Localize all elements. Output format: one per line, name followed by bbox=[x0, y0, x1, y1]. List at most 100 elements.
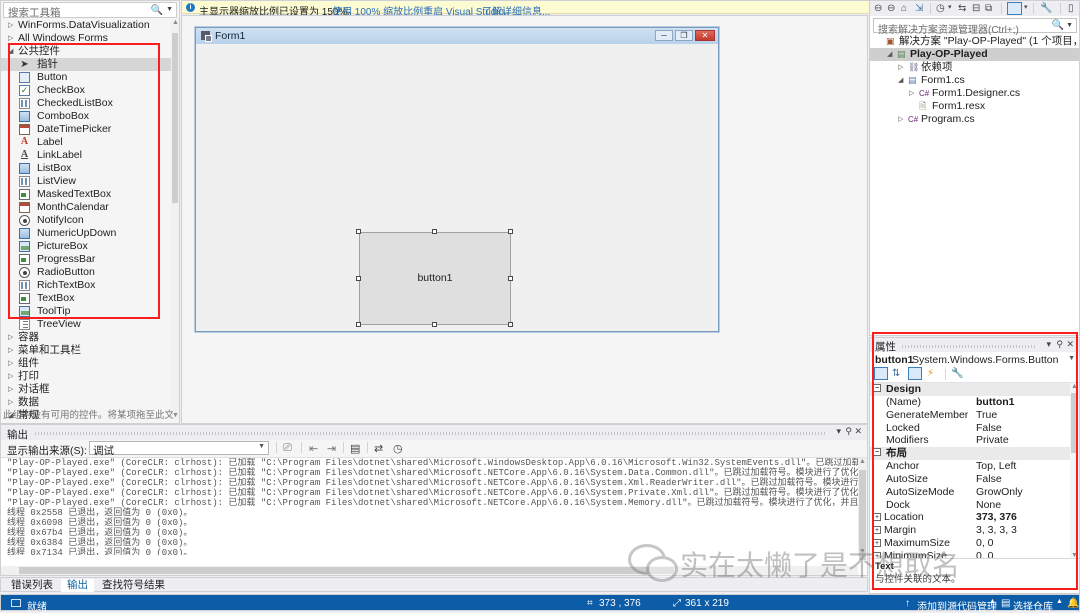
toolbox-category-1[interactable]: ▷ 菜单和工具栏 bbox=[1, 344, 173, 357]
solution-tree-item-0[interactable]: ▣ 解决方案 "Play-OP-Played" (1 个项目，共 1 个) bbox=[870, 35, 1080, 48]
chevron-down-icon[interactable]: ◢ bbox=[887, 48, 892, 61]
properties-category-布局[interactable]: − 布局 bbox=[870, 447, 1070, 461]
scroll-down-icon[interactable]: ▼ bbox=[859, 548, 866, 555]
scroll-up-icon[interactable]: ▲ bbox=[859, 458, 866, 465]
toolbox-item-listview[interactable]: ListView bbox=[1, 175, 173, 188]
solution-tree-item-6[interactable]: ▷ C# Program.cs bbox=[870, 113, 1079, 126]
toolbox-category-2[interactable]: ▷ 组件 bbox=[1, 357, 173, 370]
toolbox-search-input[interactable]: 搜索工具箱 🔍 ▼ bbox=[3, 2, 177, 19]
wrap-text-icon[interactable]: ▤ bbox=[350, 442, 360, 455]
property-row-dock[interactable]: Dock None bbox=[870, 499, 1070, 512]
toolbox-item-checkbox[interactable]: ✓ CheckBox bbox=[1, 84, 173, 97]
scroll-up-icon[interactable]: ▲ bbox=[172, 19, 179, 26]
toolbox-category-common-controls[interactable]: ◢ 公共控件 bbox=[1, 45, 173, 58]
toolbox-item-richtextbox[interactable]: RichTextBox bbox=[1, 279, 173, 292]
properties-category-Design[interactable]: − Design bbox=[870, 383, 1070, 396]
expand-icon[interactable]: + bbox=[873, 538, 881, 547]
resize-handle-e[interactable] bbox=[508, 276, 513, 281]
output-horizontal-scrollbar[interactable] bbox=[1, 566, 858, 575]
property-value[interactable]: Top, Left bbox=[976, 460, 1016, 473]
toolbox-item-label[interactable]: A Label bbox=[1, 136, 173, 149]
home-icon[interactable]: ⌂ bbox=[901, 3, 907, 14]
chevron-down-icon[interactable]: ▼ bbox=[1068, 355, 1075, 362]
properties-object-selector[interactable]: button1 System.Windows.Forms.Button ▼ bbox=[870, 352, 1079, 367]
properties-scrollbar[interactable]: ▲ ▼ bbox=[1070, 383, 1079, 559]
bottom-tab-0[interactable]: 错误列表 bbox=[5, 579, 59, 592]
collapse-icon[interactable]: − bbox=[873, 448, 881, 457]
toolbox-item-datetimepicker[interactable]: DateTimePicker bbox=[1, 123, 173, 136]
property-value[interactable]: True bbox=[976, 409, 997, 422]
view-icon[interactable] bbox=[1007, 2, 1022, 15]
toolbox-item-treeview[interactable]: TreeView bbox=[1, 318, 173, 331]
toolbox-item-picturebox[interactable]: PictureBox bbox=[1, 240, 173, 253]
output-text[interactable]: "Play-OP-Played.exe" (CoreCLR: clrhost):… bbox=[1, 458, 858, 555]
bottom-tab-1[interactable]: 输出 bbox=[61, 579, 94, 592]
resize-handle-nw[interactable] bbox=[356, 229, 361, 234]
property-row-modifiers[interactable]: Modifiers Private bbox=[870, 434, 1070, 447]
toolbox-category-winforms-dataviz[interactable]: ▷ WinForms.DataVisualization bbox=[1, 19, 173, 32]
solution-tree-item-2[interactable]: ▷ ⛓ 依赖项 bbox=[870, 61, 1079, 74]
property-value[interactable]: None bbox=[976, 499, 1001, 512]
toolbox-item-combobox[interactable]: ComboBox bbox=[1, 110, 173, 123]
expand-icon[interactable]: + bbox=[873, 513, 881, 522]
chevron-up-icon[interactable]: ▲ bbox=[989, 598, 996, 605]
expand-icon[interactable]: + bbox=[873, 526, 881, 535]
property-row-locked[interactable]: Locked False bbox=[870, 422, 1070, 435]
show-all-files-icon[interactable]: ⊟ bbox=[972, 3, 980, 14]
toolbox-item-listbox[interactable]: ListBox bbox=[1, 162, 173, 175]
scroll-up-icon[interactable]: ▲ bbox=[1071, 383, 1078, 390]
go-to-icon[interactable]: ⇄ bbox=[374, 442, 383, 455]
chevron-down-icon[interactable]: ▾ bbox=[1024, 3, 1028, 11]
toolbox-item-checkedlistbox[interactable]: CheckedListBox bbox=[1, 97, 173, 110]
toolbox-category-4[interactable]: ▷ 对话框 bbox=[1, 383, 173, 396]
properties-grid[interactable]: − Design (Name) button1 GenerateMember True Lo… bbox=[870, 383, 1070, 559]
back-icon[interactable]: ⊖ bbox=[874, 3, 882, 14]
toolbox-item-numericupdown[interactable]: NumericUpDown bbox=[1, 227, 173, 240]
toolbox-item-指针[interactable]: ➤ 指针 bbox=[1, 58, 173, 71]
toolbox-item-progressbar[interactable]: ProgressBar bbox=[1, 253, 173, 266]
property-row-margin[interactable]: + Margin 3, 3, 3, 3 bbox=[870, 524, 1070, 537]
property-value[interactable]: 0, 0 bbox=[976, 537, 994, 550]
chevron-down-icon[interactable]: ▾ bbox=[948, 3, 952, 11]
properties-icon[interactable] bbox=[908, 367, 922, 380]
repository-icon[interactable]: ▤ bbox=[1001, 598, 1010, 609]
property-row-autosize[interactable]: AutoSize False bbox=[870, 473, 1070, 486]
property-row-name[interactable]: (Name) button1 bbox=[870, 396, 1070, 409]
chevron-down-icon[interactable]: ◢ bbox=[898, 74, 903, 87]
toolbox-item-textbox[interactable]: TextBox bbox=[1, 292, 173, 305]
bell-icon[interactable]: 🔔 bbox=[1067, 598, 1079, 609]
scrollbar-thumb[interactable] bbox=[19, 567, 674, 574]
pin-icon[interactable]: ⚲ bbox=[845, 426, 852, 437]
close-icon[interactable]: ✕ bbox=[1066, 339, 1074, 350]
property-row-location[interactable]: + Location 373, 376 bbox=[870, 511, 1070, 524]
property-row-autosizemode[interactable]: AutoSizeMode GrowOnly bbox=[870, 486, 1070, 499]
toolbox-item-tooltip[interactable]: ToolTip bbox=[1, 305, 173, 318]
property-value[interactable]: 373, 376 bbox=[976, 511, 1017, 524]
property-value[interactable]: False bbox=[976, 473, 1002, 486]
chevron-down-icon[interactable]: ▾ bbox=[836, 426, 841, 437]
output-source-select[interactable]: 调试 ▼ bbox=[89, 441, 269, 457]
chevron-right-icon[interactable]: ▷ bbox=[909, 87, 914, 100]
scroll-down-icon[interactable]: ▼ bbox=[172, 412, 179, 419]
maximize-button[interactable]: ❐ bbox=[675, 30, 693, 41]
events-icon[interactable]: ⚡ bbox=[927, 368, 934, 379]
output-vertical-scrollbar[interactable]: ▲ ▼ bbox=[858, 458, 867, 560]
toolbox-item-maskedtextbox[interactable]: MaskedTextBox bbox=[1, 188, 173, 201]
property-value[interactable]: 3, 3, 3, 3 bbox=[976, 524, 1017, 537]
resize-handle-sw[interactable] bbox=[356, 322, 361, 327]
alphabetical-icon[interactable]: ⇅ bbox=[892, 368, 900, 379]
property-row-anchor[interactable]: Anchor Top, Left bbox=[870, 460, 1070, 473]
resize-handle-w[interactable] bbox=[356, 276, 361, 281]
toolbox-scrollbar[interactable]: ▲ ▼ bbox=[171, 19, 179, 419]
toolbox-item-button[interactable]: Button bbox=[1, 71, 173, 84]
resize-handle-s[interactable] bbox=[432, 322, 437, 327]
solution-tree-item-3[interactable]: ◢ ▤ Form1.cs bbox=[870, 74, 1079, 87]
collapse-icon[interactable]: − bbox=[873, 384, 881, 392]
solution-tree-item-4[interactable]: ▷ C# Form1.Designer.cs bbox=[870, 87, 1079, 100]
chevron-right-icon[interactable]: ▷ bbox=[898, 113, 903, 126]
property-value[interactable]: False bbox=[976, 422, 1002, 435]
clear-all-icon[interactable]: ⎚ bbox=[283, 442, 292, 455]
toolbox-item-notifyicon[interactable]: NotifyIcon bbox=[1, 214, 173, 227]
minimize-button[interactable]: ─ bbox=[655, 30, 673, 41]
close-button[interactable]: ✕ bbox=[695, 30, 715, 41]
